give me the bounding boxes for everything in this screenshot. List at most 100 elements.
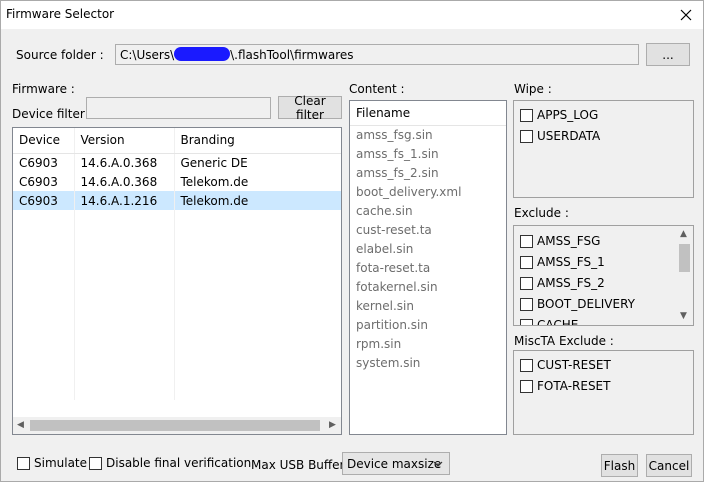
firmware-header-row: Device Version Branding xyxy=(13,128,341,154)
exclude-amss-fs-1-checkbox[interactable]: AMSS_FS_1 xyxy=(520,255,605,269)
list-item[interactable]: fota-reset.ta xyxy=(350,259,506,278)
empty-row xyxy=(13,305,341,324)
scroll-down-icon[interactable]: ▼ xyxy=(680,312,687,321)
source-folder-field[interactable]: C:\Users\ \.flashTool\firmwares xyxy=(115,44,639,65)
miscta-cust-reset-checkbox[interactable]: CUST-RESET xyxy=(520,358,611,372)
list-item[interactable]: partition.sin xyxy=(350,316,506,335)
wipe-label: Wipe : xyxy=(514,82,552,96)
source-path-suffix: \.flashTool\firmwares xyxy=(230,48,354,62)
firmware-table: Device Version Branding C6903 14.6.A.0.3… xyxy=(12,127,342,435)
checkbox-box[interactable] xyxy=(520,234,533,248)
list-item[interactable]: amss_fsg.sin xyxy=(350,126,506,145)
column-header-device[interactable]: Device xyxy=(13,128,75,154)
cell-branding: Generic DE xyxy=(174,153,341,172)
checkbox-box[interactable] xyxy=(520,318,533,325)
exclude-vertical-scrollbar[interactable]: ▲ ▼ xyxy=(676,226,693,325)
chevron-down-icon xyxy=(433,461,443,467)
checkbox-box[interactable] xyxy=(89,456,102,470)
usb-buffer-select[interactable]: Device maxsize xyxy=(342,452,450,475)
source-folder-label: Source folder : xyxy=(16,48,104,62)
table-row-selected[interactable]: C6903 14.6.A.1.216 Telekom.de xyxy=(13,191,341,210)
list-item[interactable]: cache.sin xyxy=(350,202,506,221)
empty-row xyxy=(13,248,341,267)
exclude-cache-checkbox[interactable]: CACHE xyxy=(520,318,579,326)
device-filter-label: Device filter : xyxy=(12,107,93,121)
list-item[interactable]: cust-reset.ta xyxy=(350,221,506,240)
checkbox-box[interactable] xyxy=(520,255,533,269)
checkbox-label: Disable final verification xyxy=(106,456,252,470)
device-filter-input[interactable] xyxy=(86,97,271,119)
checkbox-label: FOTA-RESET xyxy=(537,379,611,393)
checkbox-label: BOOT_DELIVERY xyxy=(537,297,635,311)
window-title: Firmware Selector xyxy=(6,7,115,21)
cell-version: 14.6.A.0.368 xyxy=(74,153,175,172)
cell-version: 14.6.A.0.368 xyxy=(74,172,175,191)
cell-version: 14.6.A.1.216 xyxy=(74,191,175,210)
column-header-filename[interactable]: Filename xyxy=(350,101,506,126)
source-path-prefix: C:\Users\ xyxy=(120,48,175,62)
checkbox-box[interactable] xyxy=(520,276,533,290)
exclude-group: AMSS_FSG AMSS_FS_1 AMSS_FS_2 BOOT_DELIVE… xyxy=(513,225,694,326)
checkbox-label: AMSS_FS_2 xyxy=(537,276,605,290)
table-row[interactable]: C6903 14.6.A.0.368 Telekom.de xyxy=(13,172,341,191)
browse-button[interactable]: ... xyxy=(646,43,690,66)
checkbox-box[interactable] xyxy=(520,379,533,393)
checkbox-box[interactable] xyxy=(17,456,30,470)
horizontal-scrollbar[interactable]: ◀ ▶ xyxy=(13,417,341,434)
checkbox-box[interactable] xyxy=(520,129,533,143)
exclude-label: Exclude : xyxy=(514,206,569,220)
table-row[interactable]: C6903 14.6.A.0.368 Generic DE xyxy=(13,153,341,172)
checkbox-label: CUST-RESET xyxy=(537,358,611,372)
miscta-fota-reset-checkbox[interactable]: FOTA-RESET xyxy=(520,379,610,393)
wipe-apps-log-checkbox[interactable]: APPS_LOG xyxy=(520,108,598,122)
firmware-label: Firmware : xyxy=(12,82,75,96)
checkbox-label: Simulate xyxy=(34,456,88,470)
content-label: Content : xyxy=(349,82,405,96)
list-item[interactable]: amss_fs_2.sin xyxy=(350,164,506,183)
empty-row xyxy=(13,362,341,381)
cell-device: C6903 xyxy=(13,172,75,191)
checkbox-label: CACHE xyxy=(537,318,579,326)
list-item[interactable]: rpm.sin xyxy=(350,335,506,354)
list-item[interactable]: system.sin xyxy=(350,354,506,373)
close-button[interactable] xyxy=(675,4,697,26)
scroll-left-icon[interactable]: ◀ xyxy=(17,421,24,430)
empty-row xyxy=(13,381,341,400)
clear-filter-button[interactable]: Clear filter xyxy=(278,94,342,122)
checkbox-label: AMSS_FS_1 xyxy=(537,255,605,269)
checkbox-box[interactable] xyxy=(520,108,533,122)
content-list: Filename amss_fsg.sin amss_fs_1.sin amss… xyxy=(349,100,507,435)
empty-row xyxy=(13,267,341,286)
exclude-amss-fsg-checkbox[interactable]: AMSS_FSG xyxy=(520,234,600,248)
checkbox-box[interactable] xyxy=(520,297,533,311)
simulate-checkbox[interactable]: Simulate xyxy=(17,456,87,470)
list-item[interactable]: kernel.sin xyxy=(350,297,506,316)
flash-button[interactable]: Flash xyxy=(601,454,638,477)
empty-row xyxy=(13,210,341,229)
wipe-userdata-checkbox[interactable]: USERDATA xyxy=(520,129,600,143)
column-header-branding[interactable]: Branding xyxy=(174,128,341,154)
disable-verification-checkbox[interactable]: Disable final verification xyxy=(89,456,251,470)
list-item[interactable]: amss_fs_1.sin xyxy=(350,145,506,164)
wipe-group: APPS_LOG USERDATA xyxy=(513,100,694,198)
cancel-button[interactable]: Cancel xyxy=(646,454,692,477)
list-item[interactable]: fotakernel.sin xyxy=(350,278,506,297)
vertical-scroll-thumb[interactable] xyxy=(679,244,690,272)
usb-buffer-label: Max USB Buffer : xyxy=(251,458,353,472)
miscta-exclude-label: MiscTA Exclude : xyxy=(514,334,614,348)
horizontal-scroll-thumb[interactable] xyxy=(30,420,320,431)
scroll-right-icon[interactable]: ▶ xyxy=(329,421,336,430)
list-item[interactable]: elabel.sin xyxy=(350,240,506,259)
exclude-boot-delivery-checkbox[interactable]: BOOT_DELIVERY xyxy=(520,297,635,311)
usb-buffer-value: Device maxsize xyxy=(347,456,442,471)
checkbox-label: APPS_LOG xyxy=(537,108,599,122)
scroll-up-icon[interactable]: ▲ xyxy=(680,230,687,239)
cell-device: C6903 xyxy=(13,153,75,172)
exclude-amss-fs-2-checkbox[interactable]: AMSS_FS_2 xyxy=(520,276,605,290)
cell-branding: Telekom.de xyxy=(174,172,341,191)
checkbox-box[interactable] xyxy=(520,358,533,372)
checkbox-label: USERDATA xyxy=(537,129,601,143)
column-header-version[interactable]: Version xyxy=(74,128,175,154)
list-item[interactable]: boot_delivery.xml xyxy=(350,183,506,202)
title-bar: Firmware Selector xyxy=(1,1,703,29)
